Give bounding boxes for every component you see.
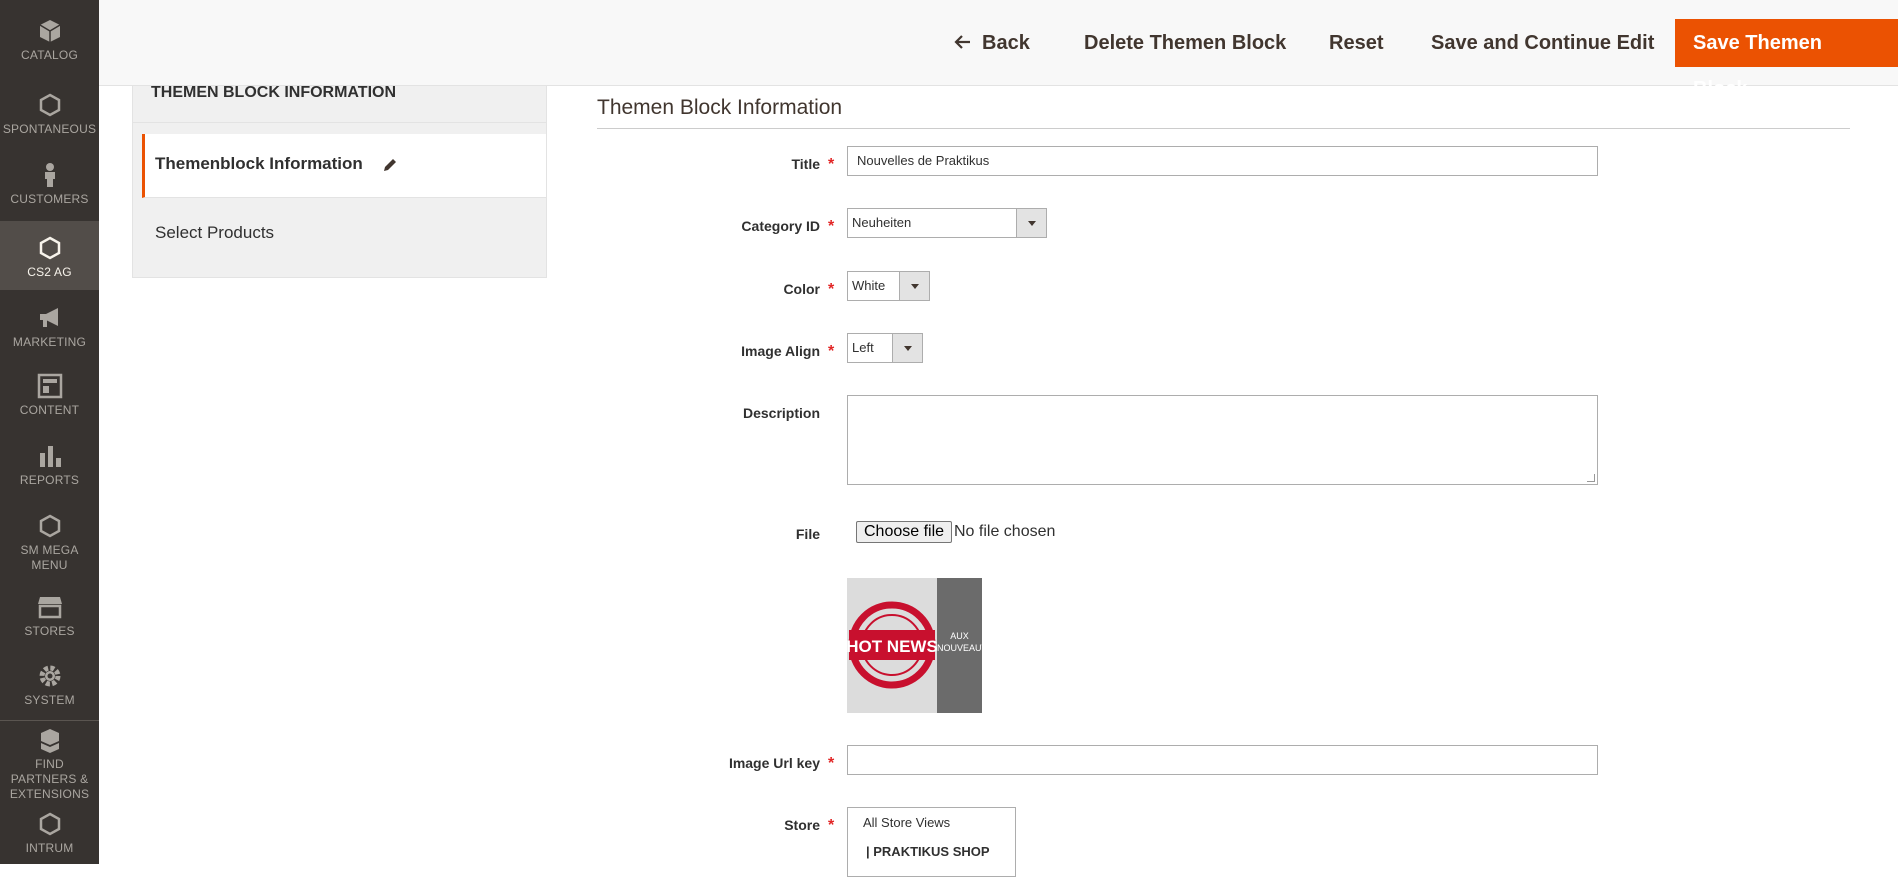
preview-left-text: HOT NEWS <box>847 637 937 656</box>
category-label: Category ID <box>741 218 820 234</box>
required-marker: * <box>828 156 835 173</box>
tab-label: Select Products <box>155 223 275 242</box>
tab-label: Themenblock Information <box>155 154 363 173</box>
store-option[interactable]: All Store Views <box>848 808 1015 837</box>
required-marker: * <box>828 281 835 298</box>
color-value: White <box>852 278 886 293</box>
nav-catalog[interactable]: CATALOG <box>0 18 99 63</box>
nav-intrum[interactable]: INTRUM <box>0 811 99 856</box>
required-marker: * <box>828 817 835 834</box>
store-icon <box>37 597 62 619</box>
tab-select-products[interactable]: Select Products <box>132 198 547 278</box>
boxes-icon <box>40 729 59 753</box>
cube-icon <box>39 20 60 42</box>
nav-marketing[interactable]: MARKETING <box>0 305 99 350</box>
required-marker: * <box>828 343 835 360</box>
choose-file-button[interactable]: Choose file <box>856 521 953 543</box>
store-option[interactable]: | PRAKTIKUS SHOP <box>848 837 1015 866</box>
save-and-continue-button[interactable]: Save and Continue Edit <box>1419 24 1666 62</box>
preview-right-text: AUX NOUVEAUTÉS <box>937 578 982 713</box>
nav-divider <box>0 720 99 721</box>
delete-button[interactable]: Delete Themen Block <box>1072 24 1298 62</box>
image-align-label: Image Align <box>741 343 820 359</box>
hexagon-icon <box>39 514 60 538</box>
tabs-title-text: THEMEN BLOCK INFORMATION <box>151 84 397 101</box>
image-align-value: Left <box>852 340 874 355</box>
tab-themenblock-information[interactable]: Themenblock Information <box>142 134 547 198</box>
hot-news-stamp-icon: HOT NEWS <box>847 578 937 713</box>
store-label: Store <box>784 817 820 833</box>
description-label: Description <box>742 405 820 421</box>
back-label: Back <box>982 32 1030 54</box>
category-select[interactable]: Neuheiten <box>847 208 1047 238</box>
file-status: No file chosen <box>954 523 1056 540</box>
hexagon-icon <box>39 93 60 117</box>
page-actions-toolbar: Back Delete Themen Block Reset Save and … <box>99 0 1898 100</box>
pencil-icon <box>384 159 396 171</box>
back-button[interactable]: Back <box>942 24 1042 62</box>
tabs-title: THEMEN BLOCK INFORMATION <box>132 84 547 123</box>
color-select[interactable]: White <box>847 271 930 301</box>
required-marker: * <box>828 218 835 235</box>
store-multiselect[interactable]: All Store Views | PRAKTIKUS SHOP <box>847 807 1016 877</box>
layout-icon <box>37 373 62 399</box>
nav-sm-mega-menu[interactable]: SM MEGA MENU <box>0 513 99 573</box>
section-title: Themen Block Information <box>597 96 843 119</box>
description-textarea[interactable] <box>847 395 1598 485</box>
reset-button[interactable]: Reset <box>1317 24 1395 62</box>
section-divider <box>597 128 1850 129</box>
category-value: Neuheiten <box>852 215 912 230</box>
color-label: Color <box>783 281 820 297</box>
chevron-down-icon <box>1016 209 1046 237</box>
nav-reports[interactable]: REPORTS <box>0 443 99 488</box>
image-url-key-label: Image Url key <box>728 755 820 771</box>
nav-spontaneous[interactable]: SPONTANEOUS <box>0 92 99 137</box>
person-icon <box>44 163 55 187</box>
chevron-down-icon <box>892 334 922 362</box>
admin-nav: CATALOG SPONTANEOUS CUSTOMERS CS2 AG MAR… <box>0 0 99 864</box>
bar-chart-icon <box>39 446 61 467</box>
nav-find-partners[interactable]: FIND PARTNERS & EXTENSIONS <box>0 727 99 802</box>
title-input[interactable]: Nouvelles de Praktikus <box>847 146 1598 176</box>
gear-icon <box>39 665 60 687</box>
image-url-key-input[interactable] <box>847 745 1598 775</box>
nav-content[interactable]: CONTENT <box>0 373 99 418</box>
file-label: File <box>795 526 820 542</box>
megaphone-icon <box>39 308 58 327</box>
image-align-select[interactable]: Left <box>847 333 923 363</box>
nav-cs2-ag[interactable]: CS2 AG <box>0 221 99 290</box>
image-preview: HOT NEWS AUX NOUVEAUTÉS <box>847 578 982 713</box>
save-button[interactable]: Save Themen Block <box>1675 19 1898 100</box>
nav-system[interactable]: SYSTEM <box>0 663 99 708</box>
arrow-left-icon <box>954 35 970 49</box>
hexagon-icon <box>39 812 60 836</box>
chevron-down-icon <box>899 272 929 300</box>
hexagon-icon <box>39 236 60 260</box>
required-marker: * <box>828 755 835 772</box>
resize-handle[interactable] <box>1587 474 1595 482</box>
title-label: Title <box>791 156 820 172</box>
nav-customers[interactable]: CUSTOMERS <box>0 162 99 207</box>
nav-stores[interactable]: STORES <box>0 594 99 639</box>
